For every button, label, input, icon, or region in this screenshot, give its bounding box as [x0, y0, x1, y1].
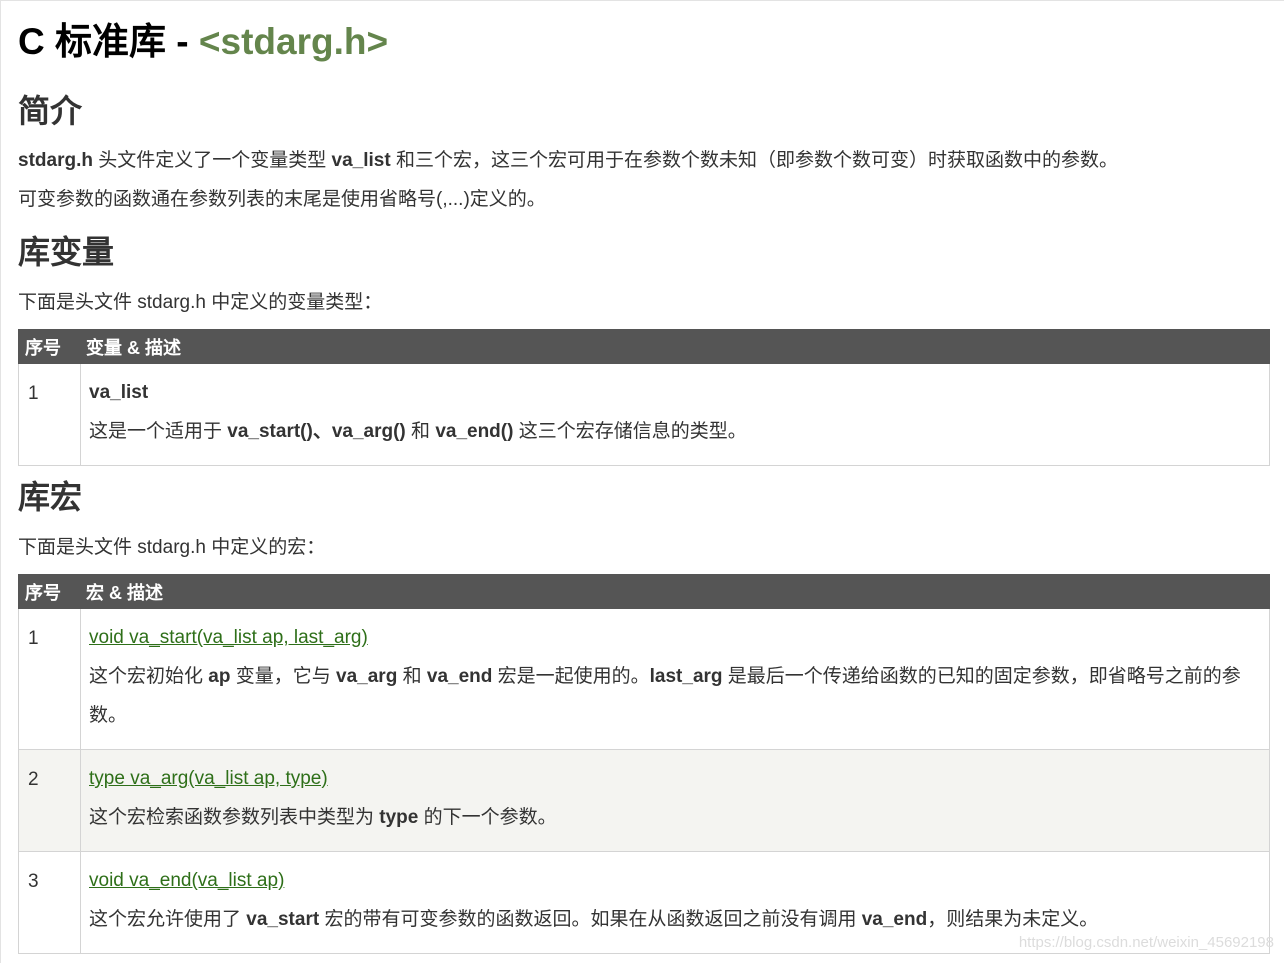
row-number: 1	[18, 363, 81, 466]
column-header-desc: 变量 & 描述	[80, 329, 1270, 364]
desc-bold: va_end()	[435, 421, 514, 442]
intro-paragraph-2: 可变参数的函数通在参数列表的末尾是使用省略号(,...)定义的。	[18, 189, 546, 210]
variable-name: va_list	[89, 381, 1259, 405]
row-number: 2	[18, 749, 81, 852]
desc-text: 这个宏初始化	[89, 666, 209, 687]
macro-desc: 这个宏初始化 ap 变量，它与 va_arg 和 va_end 宏是一起使用的。…	[89, 657, 1259, 735]
desc-text: 变量，它与	[230, 666, 337, 687]
desc-text: 这是一个适用于	[89, 421, 228, 442]
section-heading-variables: 库变量	[18, 234, 115, 270]
table-header-row: 序号 宏 & 描述	[18, 574, 1270, 609]
desc-text: 这三个宏存储信息的类型。	[513, 421, 747, 442]
desc-bold: va_end	[861, 909, 928, 930]
row-description: void va_start(va_list ap, last_arg) 这个宏初…	[80, 608, 1270, 750]
row-description: va_list 这是一个适用于 va_start()、va_arg() 和 va…	[80, 363, 1270, 466]
desc-bold: va_start()、va_arg()	[227, 421, 406, 442]
page-title-prefix: C 标准库 -	[18, 21, 199, 62]
watermark: https://blog.csdn.net/weixin_45692198	[1018, 934, 1274, 951]
row-description: type va_arg(va_list ap, type) 这个宏检索函数参数列…	[80, 749, 1270, 852]
row-number: 1	[18, 608, 81, 750]
column-header-desc: 宏 & 描述	[80, 574, 1270, 609]
row-number: 3	[18, 851, 81, 954]
desc-bold: last_arg	[649, 666, 723, 687]
column-header-num: 序号	[18, 574, 81, 609]
section-heading-intro: 简介	[18, 93, 83, 129]
desc-text: 和	[397, 666, 427, 687]
intro-text-1: 头文件定义了一个变量类型	[92, 150, 332, 171]
page-title: C 标准库 - <stdarg.h>	[18, 19, 388, 65]
macro-signature: type va_arg(va_list ap, type)	[89, 767, 1259, 791]
desc-text: ，则结果为未定义。	[927, 909, 1099, 930]
variable-desc: 这是一个适用于 va_start()、va_arg() 和 va_end() 这…	[89, 412, 1259, 451]
variable-name-text: va_list	[89, 382, 149, 403]
table-header-row: 序号 变量 & 描述	[18, 329, 1270, 364]
desc-text: 宏是一起使用的。	[492, 666, 650, 687]
variables-table: 序号 变量 & 描述 1 va_list 这是一个适用于 va_start()、…	[18, 329, 1270, 466]
page-title-code: <stdarg.h>	[198, 21, 389, 62]
desc-text: 宏的带有可变参数的函数返回。如果在从函数返回之前没有调用	[319, 909, 862, 930]
desc-text: 这个宏允许使用了	[89, 909, 247, 930]
page: C 标准库 - <stdarg.h> 简介 stdarg.h 头文件定义了一个变…	[0, 0, 1284, 963]
desc-bold: ap	[208, 666, 231, 687]
macro-signature: void va_end(va_list ap)	[89, 869, 1259, 893]
desc-bold: va_start	[246, 909, 320, 930]
macro-link-va-end[interactable]: void va_end(va_list ap)	[89, 870, 284, 891]
table-row: 2 type va_arg(va_list ap, type) 这个宏检索函数参…	[18, 749, 1270, 852]
table-row: 1 void va_start(va_list ap, last_arg) 这个…	[18, 608, 1270, 750]
desc-text: 的下一个参数。	[418, 807, 557, 828]
desc-bold: va_end	[426, 666, 493, 687]
intro-text-2: 和三个宏，这三个宏可用于在参数个数未知（即参数个数可变）时获取函数中的参数。	[390, 150, 1118, 171]
desc-text: 和	[405, 421, 436, 442]
intro-bold-va-list: va_list	[331, 150, 391, 171]
macros-intro: 下面是头文件 stdarg.h 中定义的宏：	[18, 537, 326, 558]
section-heading-macros: 库宏	[18, 479, 83, 515]
desc-text: 这个宏检索函数参数列表中类型为	[89, 807, 380, 828]
macros-table: 序号 宏 & 描述 1 void va_start(va_list ap, la…	[18, 574, 1270, 954]
intro-paragraph-1: stdarg.h 头文件定义了一个变量类型 va_list 和三个宏，这三个宏可…	[18, 149, 1118, 173]
table-row: 1 va_list 这是一个适用于 va_start()、va_arg() 和 …	[18, 363, 1270, 466]
macro-signature: void va_start(va_list ap, last_arg)	[89, 626, 1259, 650]
macro-desc: 这个宏检索函数参数列表中类型为 type 的下一个参数。	[89, 798, 1259, 837]
macro-link-va-start[interactable]: void va_start(va_list ap, last_arg)	[89, 627, 368, 648]
variables-intro: 下面是头文件 stdarg.h 中定义的变量类型：	[18, 292, 383, 313]
intro-bold-stdarg: stdarg.h	[18, 150, 93, 171]
macro-link-va-arg[interactable]: type va_arg(va_list ap, type)	[89, 768, 328, 789]
desc-bold: va_arg	[336, 666, 398, 687]
desc-bold: type	[379, 807, 419, 828]
column-header-num: 序号	[18, 329, 81, 364]
